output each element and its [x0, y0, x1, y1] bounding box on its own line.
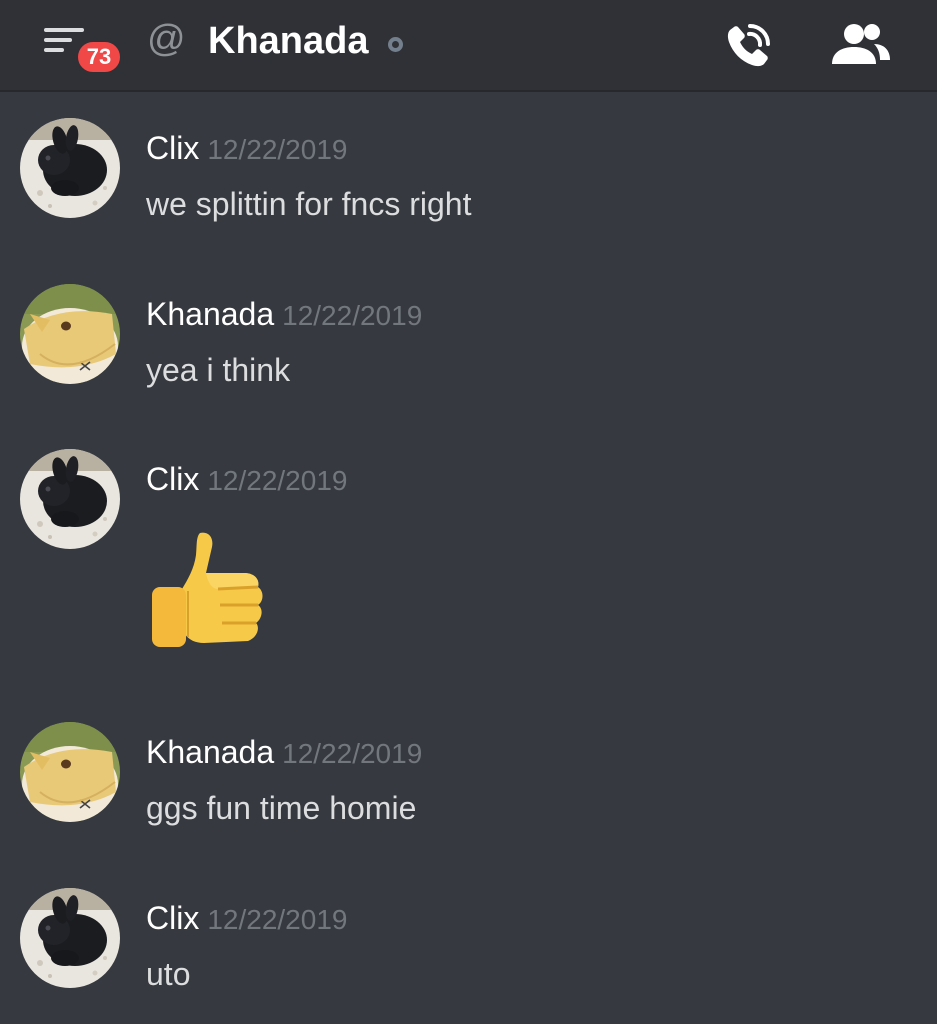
status-offline-icon: [388, 37, 403, 52]
timestamp: 12/22/2019: [207, 904, 348, 935]
message-meta: Clix 12/22/2019: [146, 900, 347, 937]
timestamp: 12/22/2019: [282, 738, 423, 769]
author-name[interactable]: Clix: [146, 900, 199, 936]
message-text: we splittin for fncs right: [146, 186, 472, 222]
message-text: yea i think: [146, 352, 291, 388]
timestamp: 12/22/2019: [207, 134, 348, 165]
author-name[interactable]: Khanada: [146, 296, 274, 332]
unread-badge: 73: [74, 38, 124, 76]
clix-avatar[interactable]: [20, 118, 120, 218]
khanada-avatar[interactable]: [20, 284, 120, 384]
message-meta: Clix 12/22/2019: [146, 130, 347, 167]
message-text: uto: [146, 956, 191, 992]
message-text: ggs fun time homie: [146, 790, 417, 826]
members-icon: [832, 24, 890, 64]
message-meta: Clix 12/22/2019: [146, 461, 347, 498]
channel-header: 73 @ Khanada: [0, 0, 937, 92]
timestamp: 12/22/2019: [207, 465, 348, 496]
author-name[interactable]: Clix: [146, 130, 199, 166]
author-name[interactable]: Khanada: [146, 734, 274, 770]
open-menu-button[interactable]: 73: [44, 22, 124, 76]
clix-avatar[interactable]: [20, 449, 120, 549]
clix-avatar[interactable]: [20, 888, 120, 988]
message-meta: Khanada 12/22/2019: [146, 296, 422, 333]
channel-name: Khanada: [208, 20, 369, 62]
voice-call-button[interactable]: [722, 20, 774, 72]
timestamp: 12/22/2019: [282, 300, 423, 331]
voice-call-icon: [727, 24, 770, 67]
author-name[interactable]: Clix: [146, 461, 199, 497]
thumbs-up-icon: [152, 532, 263, 647]
member-list-button[interactable]: [830, 22, 892, 68]
message-meta: Khanada 12/22/2019: [146, 734, 422, 771]
at-icon: @: [147, 18, 186, 60]
khanada-avatar[interactable]: [20, 722, 120, 822]
